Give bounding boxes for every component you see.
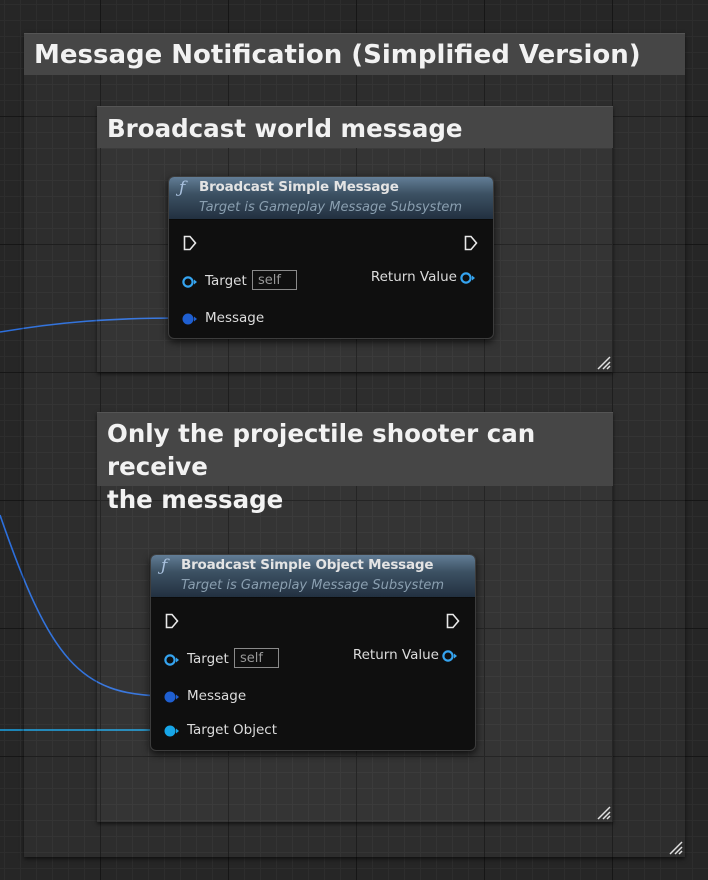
return-value-label: Return Value <box>370 269 457 285</box>
message-pin-label: Message <box>187 688 247 704</box>
node-broadcast-simple-object-message[interactable]: ƒ Broadcast Simple Object Message Target… <box>150 554 476 751</box>
message-pin-label: Message <box>205 310 265 326</box>
node-header[interactable]: ƒ Broadcast Simple Object Message Target… <box>151 555 475 598</box>
message-pin-icon[interactable] <box>164 691 180 703</box>
target-pin-label: Target <box>205 273 247 289</box>
exec-in-pin-icon[interactable] <box>183 235 197 251</box>
node-subtitle: Target is Gameplay Message Subsystem <box>181 578 445 593</box>
comment-projectile-shooter-title[interactable]: Only the projectile shooter can receive … <box>97 412 613 514</box>
exec-out-pin-icon[interactable] <box>464 235 478 251</box>
resize-handle-icon[interactable] <box>597 806 611 820</box>
outer-comment-title[interactable]: Message Notification (Simplified Version… <box>24 33 685 75</box>
function-icon: ƒ <box>161 556 168 576</box>
function-icon: ƒ <box>179 178 186 198</box>
exec-out-pin-icon[interactable] <box>446 613 460 629</box>
target-pin-icon[interactable] <box>164 654 180 666</box>
comment-broadcast-world-title[interactable]: Broadcast world message <box>97 106 613 148</box>
return-value-label: Return Value <box>352 647 439 663</box>
return-value-pin-icon[interactable] <box>442 650 458 662</box>
node-title: Broadcast Simple Object Message <box>181 557 434 573</box>
message-pin-icon[interactable] <box>182 313 198 325</box>
target-default-value[interactable]: self <box>234 648 279 668</box>
node-subtitle: Target is Gameplay Message Subsystem <box>199 200 463 215</box>
return-value-pin-icon[interactable] <box>460 272 476 284</box>
target-object-pin-label: Target Object <box>187 722 278 738</box>
target-pin-label: Target <box>187 651 229 667</box>
exec-in-pin-icon[interactable] <box>165 613 179 629</box>
node-title: Broadcast Simple Message <box>199 179 399 195</box>
comment-title-line-1: Only the projectile shooter can receive <box>107 419 536 481</box>
node-header[interactable]: ƒ Broadcast Simple Message Target is Gam… <box>169 177 493 220</box>
target-pin-icon[interactable] <box>182 276 198 288</box>
comment-title-line-2: the message <box>107 485 284 514</box>
node-broadcast-simple-message[interactable]: ƒ Broadcast Simple Message Target is Gam… <box>168 176 494 339</box>
target-object-pin-icon[interactable] <box>164 725 180 737</box>
resize-handle-icon[interactable] <box>669 841 683 855</box>
target-default-value[interactable]: self <box>252 270 297 290</box>
resize-handle-icon[interactable] <box>597 356 611 370</box>
